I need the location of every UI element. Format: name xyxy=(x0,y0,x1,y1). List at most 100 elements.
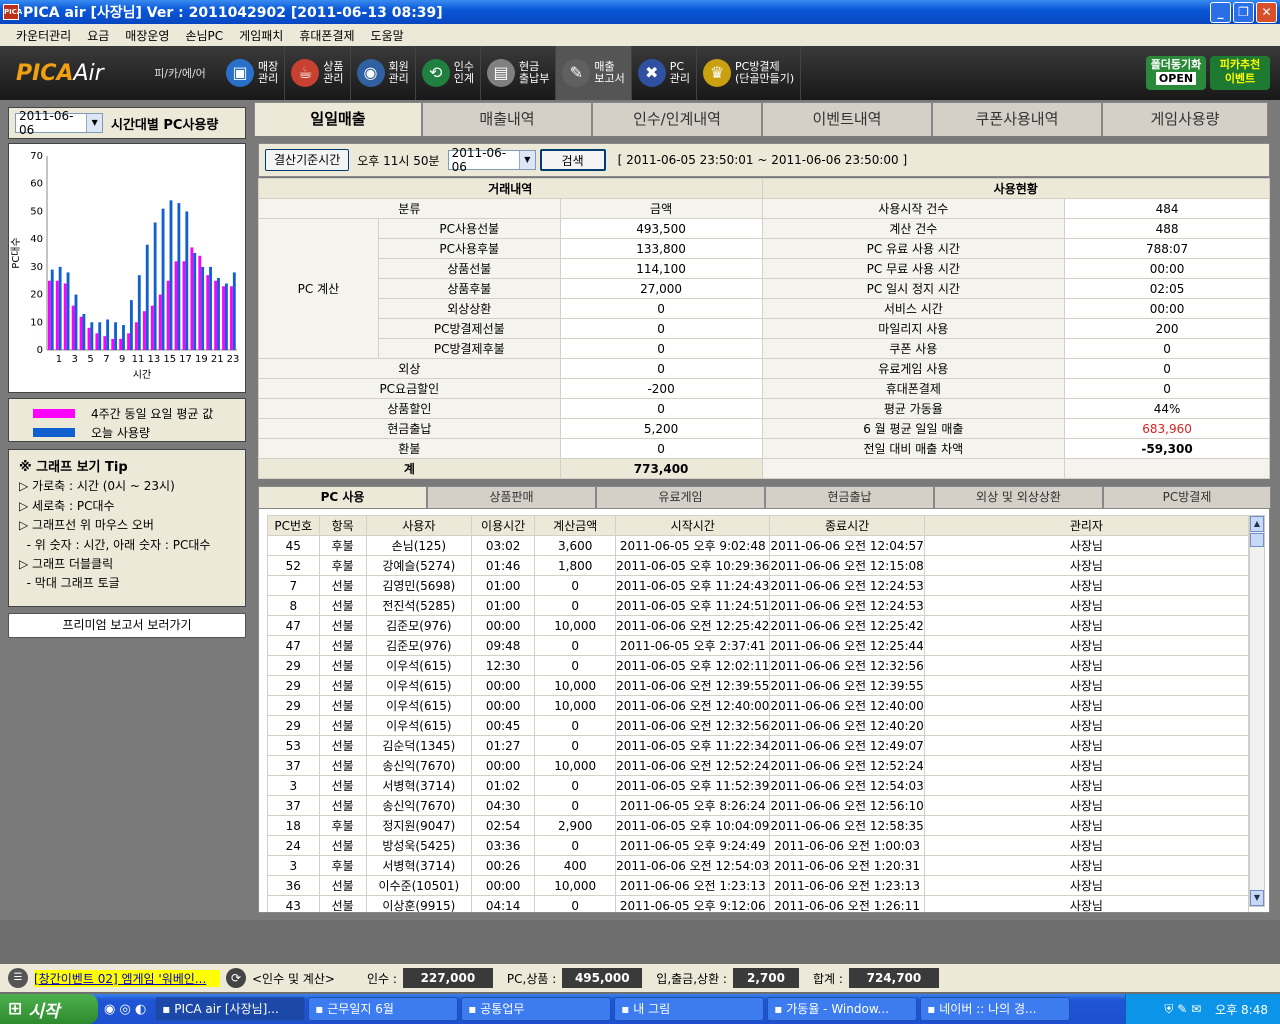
folder-sync-promo[interactable]: 폴더동기화 OPEN xyxy=(1146,56,1206,90)
status-bar: ☰ [창간이벤트 02] 엠게임 '워베인... ⟳ <인수 및 계산> 인수 … xyxy=(0,964,1280,992)
toolbar-item-3[interactable]: ⟲ 인수 인계 xyxy=(416,46,481,100)
table-row[interactable]: 47 선불 김준모(976) 09:48 0 2011-06-05 오후 2:37:41 2… xyxy=(267,635,1250,656)
tab-0[interactable]: 일일매출 xyxy=(254,102,422,136)
taskbar-task-3[interactable]: ▪ 내 그림 xyxy=(614,997,765,1021)
bar-avg xyxy=(79,316,83,350)
quicklaunch-icons[interactable]: ◉ ◎ ◐ xyxy=(104,1002,146,1017)
summary-cell: 00:00 xyxy=(1064,298,1270,319)
subtab-2[interactable]: 유료게임 xyxy=(596,486,765,508)
menu-fee[interactable]: 요금 xyxy=(79,27,117,44)
table-cell: 선불 xyxy=(318,695,367,716)
table-row[interactable]: 3 선불 서병혁(3714) 01:02 0 2011-06-05 오후 11:52:39… xyxy=(267,775,1250,796)
subtab-4[interactable]: 외상 및 외상상환 xyxy=(934,486,1103,508)
taskbar-task-0[interactable]: ▪ PICA air [사장님]... xyxy=(155,997,306,1021)
taskbar-task-1[interactable]: ▪ 근무일지 6월 xyxy=(308,997,459,1021)
search-date-select[interactable]: 2011-06-06 ▼ xyxy=(447,146,536,174)
scroll-up-icon[interactable]: ▲ xyxy=(1250,516,1264,532)
menu-store[interactable]: 매장운영 xyxy=(117,27,177,44)
bar-today xyxy=(122,325,125,350)
table-row[interactable]: 47 선불 김준모(976) 00:00 10,000 2011-06-06 오전 12:… xyxy=(267,615,1250,636)
toolbar-item-1[interactable]: ☕ 상품 관리 xyxy=(285,46,351,100)
column-header[interactable]: 계산금액 xyxy=(534,515,617,536)
subtab-0[interactable]: PC 사용 xyxy=(258,486,427,508)
x-tick-label: 5 xyxy=(87,354,93,365)
toolbar-item-4[interactable]: ▤ 현금 출납부 xyxy=(481,46,557,100)
table-row[interactable]: 8 선불 전진석(5285) 01:00 0 2011-06-05 오후 11:24:51… xyxy=(267,595,1250,616)
toolbar-item-label: PC방결제 (단골만들기) xyxy=(735,60,795,85)
premium-report-button[interactable]: 프리미엄 보고서 보러가기 xyxy=(8,613,246,638)
tab-5[interactable]: 게임사용량 xyxy=(1102,102,1268,136)
toolbar-item-2[interactable]: ◉ 회원 관리 xyxy=(351,46,416,100)
vertical-scrollbar[interactable]: ▲ ▼ xyxy=(1249,515,1265,907)
pica-event-promo[interactable]: 피카추천 이벤트 xyxy=(1210,56,1270,90)
table-row[interactable]: 45 후불 손님(125) 03:02 3,600 2011-06-05 오후 9:02:… xyxy=(267,535,1250,556)
summary-cell: PC 일시 정지 시간 xyxy=(761,278,1066,299)
summary-cell: PC방결제후불 xyxy=(377,338,561,359)
subtab-3[interactable]: 현금출납 xyxy=(765,486,934,508)
maximize-button[interactable]: ❐ xyxy=(1233,2,1254,23)
toolbar-item-6[interactable]: ✖ PC 관리 xyxy=(632,46,697,100)
tray-icons[interactable]: ⛨ ✎ ✉ xyxy=(1164,1002,1201,1017)
toolbar-item-0[interactable]: ▣ 매장 관리 xyxy=(220,46,286,100)
bar-today xyxy=(177,203,181,350)
taskbar-task-4[interactable]: ▪ 가동율 - Window... xyxy=(767,997,918,1021)
menu-help[interactable]: 도움말 xyxy=(363,27,412,44)
table-row[interactable]: 3 후불 서병혁(3714) 00:26 400 2011-06-06 오전 12:54:… xyxy=(267,855,1250,876)
table-row[interactable]: 37 선불 송신익(7670) 00:00 10,000 2011-06-06 오전 12… xyxy=(267,755,1250,776)
handover-amount: 227,000 xyxy=(402,968,493,988)
table-row[interactable]: 7 선불 김영민(5698) 01:00 0 2011-06-05 오후 11:24:43… xyxy=(267,575,1250,596)
table-row[interactable]: 29 선불 이우석(615) 00:00 10,000 2011-06-06 오전 12:… xyxy=(267,695,1250,716)
subtab-5[interactable]: PC방결제 xyxy=(1103,486,1271,508)
tab-3[interactable]: 이벤트내역 xyxy=(762,102,932,136)
table-row[interactable]: 18 후불 정지원(9047) 02:54 2,900 2011-06-05 오후 10:… xyxy=(267,815,1250,836)
table-row[interactable]: 29 선불 이우석(615) 00:00 10,000 2011-06-06 오전 12:… xyxy=(267,675,1250,696)
settlement-time-button[interactable]: 결산기준시간 xyxy=(265,149,350,171)
column-header[interactable]: 시작시간 xyxy=(615,515,771,536)
subtab-1[interactable]: 상품판매 xyxy=(427,486,596,508)
table-cell: 사장님 xyxy=(923,735,1250,756)
table-cell: 2011-06-06 오전 12:54:03 xyxy=(615,855,771,876)
menu-game-patch[interactable]: 게임패치 xyxy=(231,27,291,44)
minimize-button[interactable]: _ xyxy=(1210,2,1231,23)
globe-icon: ◉ xyxy=(356,59,385,87)
table-row[interactable]: 37 선불 송신익(7670) 04:30 0 2011-06-05 오후 8:26:24… xyxy=(267,795,1250,816)
menu-guest-pc[interactable]: 손님PC xyxy=(177,27,231,44)
table-row[interactable]: 53 선불 김순덕(1345) 01:27 0 2011-06-05 오후 11:22:3… xyxy=(267,735,1250,756)
toolbar-item-5[interactable]: ✎ 매출 보고서 xyxy=(556,46,632,100)
table-cell: 03:36 xyxy=(470,835,536,856)
chart-date-select[interactable]: 2011-06-06 ▼ xyxy=(15,109,103,137)
hourly-usage-chart[interactable]: 0 10 20 30 40 50 60 70 1 3 5 7 9 11 13 15 17 19 21 23 시간 PC대수 xyxy=(8,143,246,393)
table-row[interactable]: 43 선불 이상훈(9915) 04:14 0 2011-06-05 오후 9:12:06… xyxy=(267,895,1250,912)
table-cell: 사장님 xyxy=(923,835,1250,856)
column-header[interactable]: 종료시간 xyxy=(769,515,925,536)
event-ticker[interactable]: [창간이벤트 02] 엠게임 '워베인... xyxy=(34,969,220,987)
tab-4[interactable]: 쿠폰사용내역 xyxy=(932,102,1102,136)
chat-icon[interactable]: ☰ xyxy=(8,968,28,988)
column-header[interactable]: 항목 xyxy=(318,515,367,536)
scroll-down-icon[interactable]: ▼ xyxy=(1250,890,1264,906)
bar-avg xyxy=(47,280,51,350)
toolbar-item-7[interactable]: ♛ PC방결제 (단골만들기) xyxy=(697,46,802,100)
scroll-thumb[interactable] xyxy=(1250,533,1264,547)
menu-mobile-pay[interactable]: 휴대폰결제 xyxy=(291,27,362,44)
column-header[interactable]: 관리자 xyxy=(923,515,1250,536)
refresh-icon[interactable]: ⟳ xyxy=(226,968,246,988)
table-row[interactable]: 29 선불 이우석(615) 00:45 0 2011-06-06 오전 12:32:56… xyxy=(267,715,1250,736)
search-button[interactable]: 검색 xyxy=(539,149,606,171)
summary-cell: 0 xyxy=(1064,358,1270,379)
column-header[interactable]: 사용자 xyxy=(365,515,472,536)
close-button[interactable]: ✕ xyxy=(1256,2,1277,23)
table-row[interactable]: 36 선불 이수준(10501) 00:00 10,000 2011-06-06 오전 1… xyxy=(267,875,1250,896)
table-row[interactable]: 52 후불 강예슬(5274) 01:46 1,800 2011-06-05 오후 10:… xyxy=(267,555,1250,576)
tab-2[interactable]: 인수/인계내역 xyxy=(592,102,762,136)
taskbar-task-2[interactable]: ▪ 공통업무 xyxy=(461,997,612,1021)
taskbar-task-5[interactable]: ▪ 네이버 :: 나의 경... xyxy=(920,997,1071,1021)
menu-counter[interactable]: 카운터관리 xyxy=(8,27,79,44)
chevron-down-icon: ▼ xyxy=(519,151,535,169)
column-header[interactable]: 이용시간 xyxy=(470,515,536,536)
table-row[interactable]: 29 선불 이우석(615) 12:30 0 2011-06-05 오후 12:02:11… xyxy=(267,655,1250,676)
start-button[interactable]: ⊞ 시작 xyxy=(0,994,98,1024)
tab-1[interactable]: 매출내역 xyxy=(422,102,592,136)
table-row[interactable]: 24 선불 방성욱(5425) 03:36 0 2011-06-05 오후 9:24:49… xyxy=(267,835,1250,856)
column-header[interactable]: PC번호 xyxy=(267,515,320,536)
